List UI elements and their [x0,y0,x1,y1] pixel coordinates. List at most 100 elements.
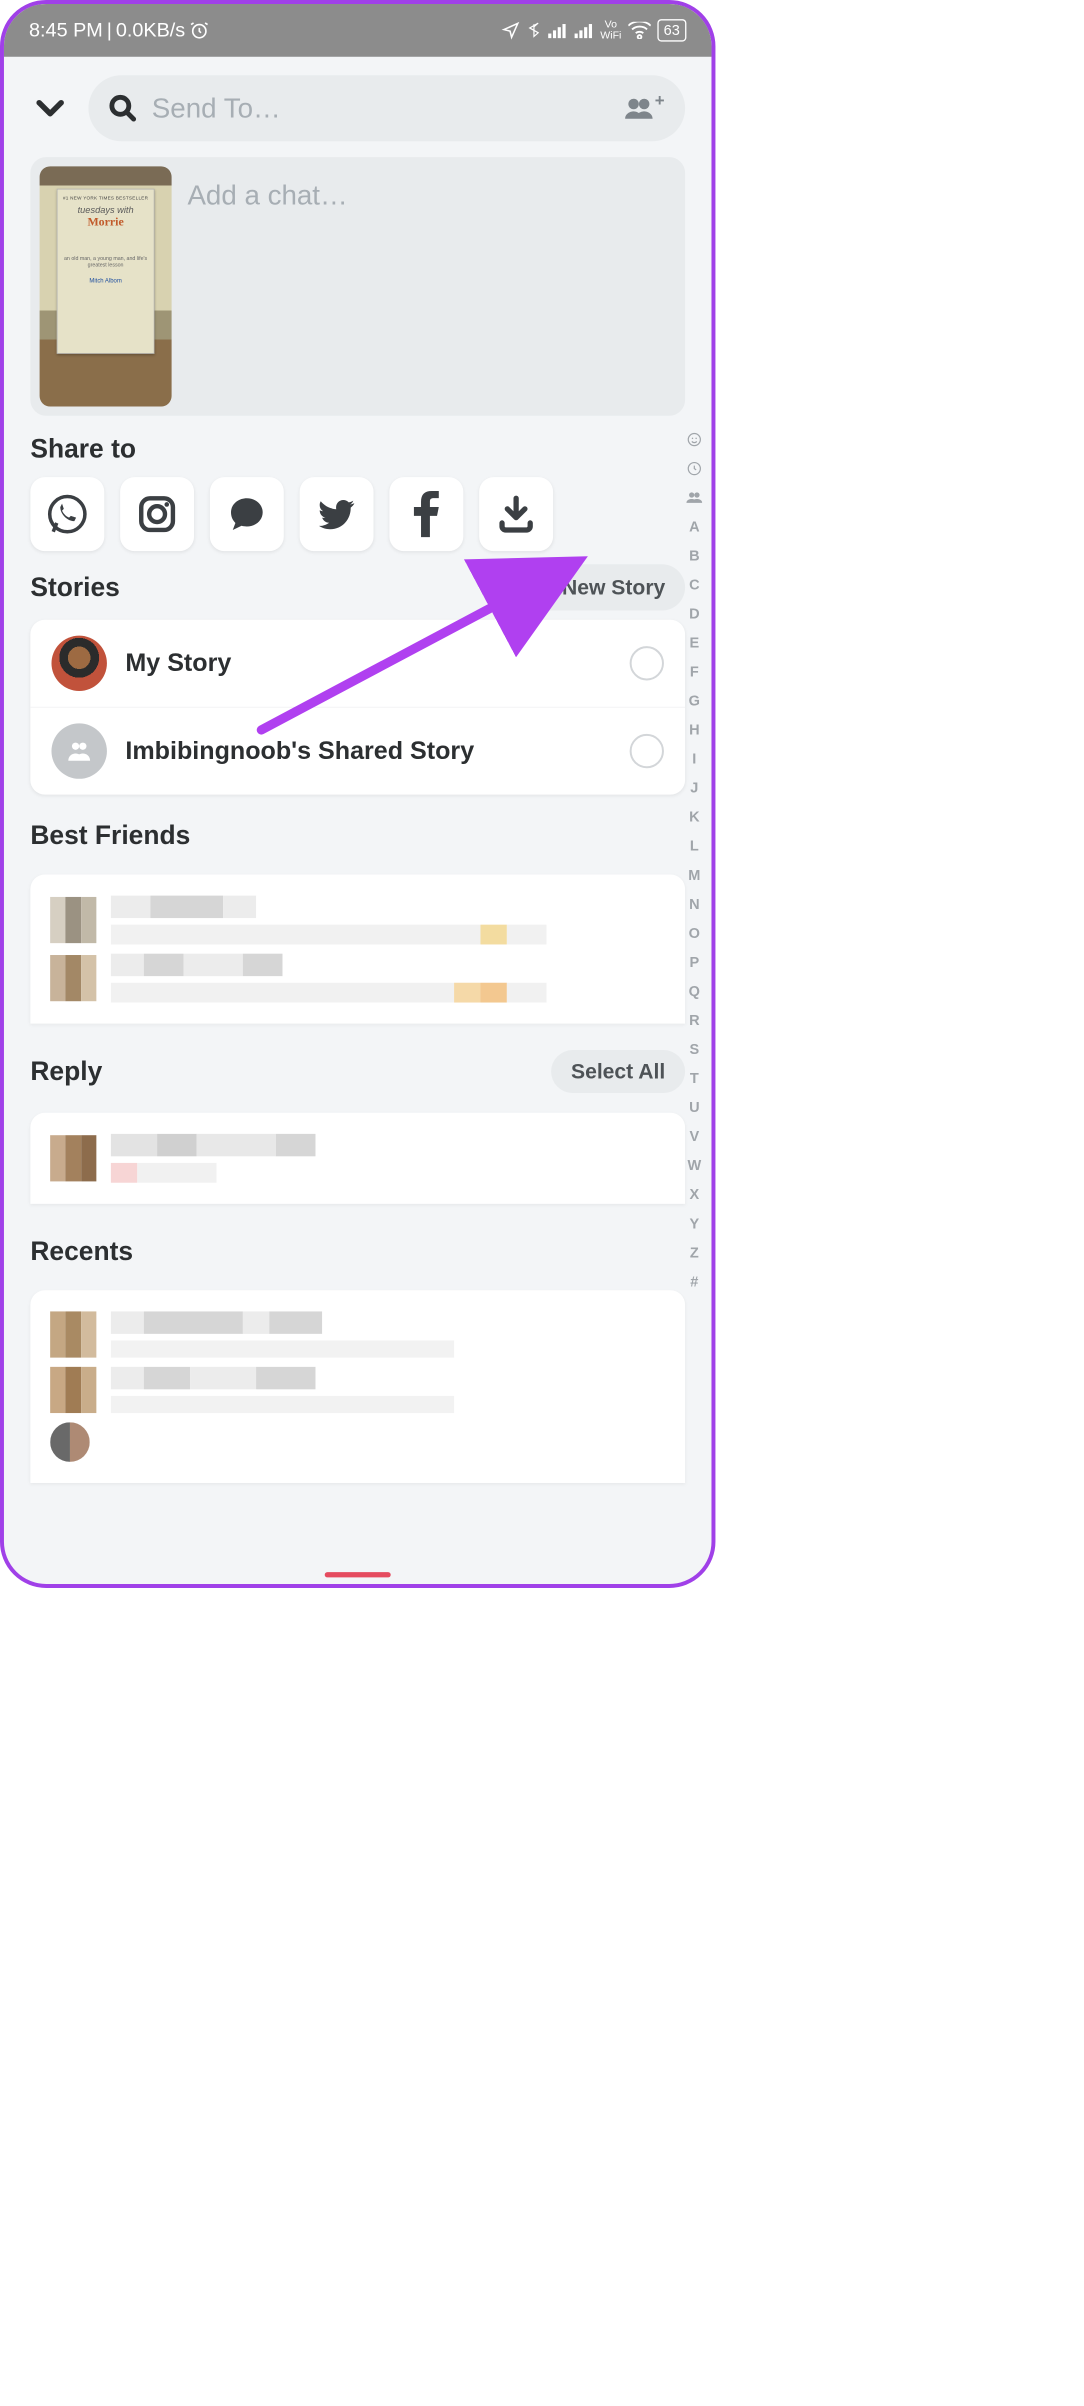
share-row [4,477,712,551]
share-download[interactable] [479,477,553,551]
alpha-letter[interactable]: C [689,572,699,598]
alpha-letter[interactable]: Q [689,978,700,1004]
add-chat-box[interactable]: #1 NEW YORK TIMES BESTSELLER tuesdays wi… [30,157,685,416]
group-avatar [51,723,106,778]
recents-heading: Recents [4,1204,712,1280]
list-item[interactable] [50,954,665,1003]
alpha-letter[interactable]: # [690,1269,698,1295]
story-row-shared[interactable]: Imbibingnoob's Shared Story [30,707,685,795]
alpha-letter[interactable]: J [690,775,698,801]
alpha-letter[interactable]: F [690,659,699,685]
avatar [50,1311,96,1357]
alpha-letter[interactable]: N [689,891,699,917]
alpha-letter[interactable]: O [689,920,700,946]
signal-icon-2 [574,22,594,38]
instagram-icon [136,493,178,535]
alpha-letter[interactable]: R [689,1007,699,1033]
best-friends-card [30,875,685,1024]
group-index-icon[interactable] [686,484,702,510]
story-row-mystory[interactable]: My Story [30,620,685,707]
location-icon [501,21,519,39]
alpha-letter[interactable]: U [689,1094,699,1120]
status-bar: 8:45 PM | 0.0KB/s VoWiFi 63 [4,4,712,57]
avatar [50,955,96,1001]
story-label: Imbibingnoob's Shared Story [125,737,611,765]
share-twitter[interactable] [300,477,374,551]
twitter-icon [315,493,357,535]
whatsapp-icon [46,493,88,535]
stories-heading: Stories [30,573,120,603]
svg-text:+: + [655,94,665,110]
chat-placeholder: Add a chat… [187,166,347,406]
status-speed: 0.0KB/s [116,19,185,41]
best-friends-heading: Best Friends [4,795,712,864]
radio-unselected[interactable] [630,646,664,680]
bluetooth-icon [526,21,541,39]
book-cover: #1 NEW YORK TIMES BESTSELLER tuesdays wi… [57,189,155,354]
facebook-icon [413,491,439,537]
alpha-letter[interactable]: M [688,862,700,888]
alpha-index[interactable]: A B C D E F G H I J K L M N O P Q R S T … [686,426,702,1295]
snap-thumbnail[interactable]: #1 NEW YORK TIMES BESTSELLER tuesdays wi… [40,166,172,406]
stories-card: My Story Imbibingnoob's Shared Story [30,620,685,795]
alpha-letter[interactable]: I [692,746,696,772]
search-input[interactable]: Send To… + [88,75,685,141]
alpha-letter[interactable]: L [690,833,699,859]
avatar [50,1422,90,1462]
clock-index-icon[interactable] [687,455,702,481]
plus-icon: + [543,574,557,602]
alpha-letter[interactable]: X [689,1181,699,1207]
share-to-heading: Share to [4,416,712,477]
list-item[interactable] [50,1367,665,1413]
add-group-icon[interactable]: + [623,94,665,123]
battery-level: 63 [657,19,686,41]
group-icon [65,737,94,766]
list-item[interactable] [50,896,665,945]
alpha-letter[interactable]: D [689,601,699,627]
share-facebook[interactable] [389,477,463,551]
alpha-letter[interactable]: E [689,630,699,656]
alpha-letter[interactable]: W [687,1152,701,1178]
share-messages[interactable] [210,477,284,551]
list-item[interactable] [50,1134,665,1183]
chevron-down-icon [34,92,67,125]
bitmoji-avatar [51,636,106,691]
list-item[interactable] [50,1422,665,1462]
search-placeholder: Send To… [152,92,281,124]
avatar [50,1135,96,1181]
alpha-letter[interactable]: V [689,1123,699,1149]
home-indicator[interactable] [325,1572,391,1577]
collapse-button[interactable] [30,92,70,125]
radio-unselected[interactable] [630,734,664,768]
alpha-letter[interactable]: A [689,513,699,539]
new-story-button[interactable]: + New Story [523,564,685,610]
list-item[interactable] [50,1311,665,1357]
story-label: My Story [125,649,611,677]
share-whatsapp[interactable] [30,477,104,551]
search-row: Send To… + [4,57,712,157]
vowifi-label: VoWiFi [600,20,621,41]
status-time: 8:45 PM [29,19,103,41]
emoji-index-icon[interactable] [687,426,702,452]
alpha-letter[interactable]: B [689,543,699,569]
download-icon [495,493,537,535]
signal-icon [547,22,567,38]
wifi-icon [628,22,650,39]
search-icon [108,94,137,123]
reply-heading: Reply [30,1057,102,1087]
alpha-letter[interactable]: Z [690,1239,699,1265]
reply-card [30,1113,685,1204]
alpha-letter[interactable]: Y [689,1210,699,1236]
alarm-icon [189,20,209,40]
recents-card [30,1290,685,1483]
alpha-letter[interactable]: P [689,949,699,975]
alpha-letter[interactable]: H [689,717,699,743]
alpha-letter[interactable]: S [689,1036,699,1062]
share-instagram[interactable] [120,477,194,551]
avatar [50,1367,96,1413]
alpha-letter[interactable]: K [689,804,699,830]
alpha-letter[interactable]: G [689,688,700,714]
select-all-button[interactable]: Select All [551,1050,685,1093]
alpha-letter[interactable]: T [690,1065,699,1091]
messages-icon [226,493,268,535]
